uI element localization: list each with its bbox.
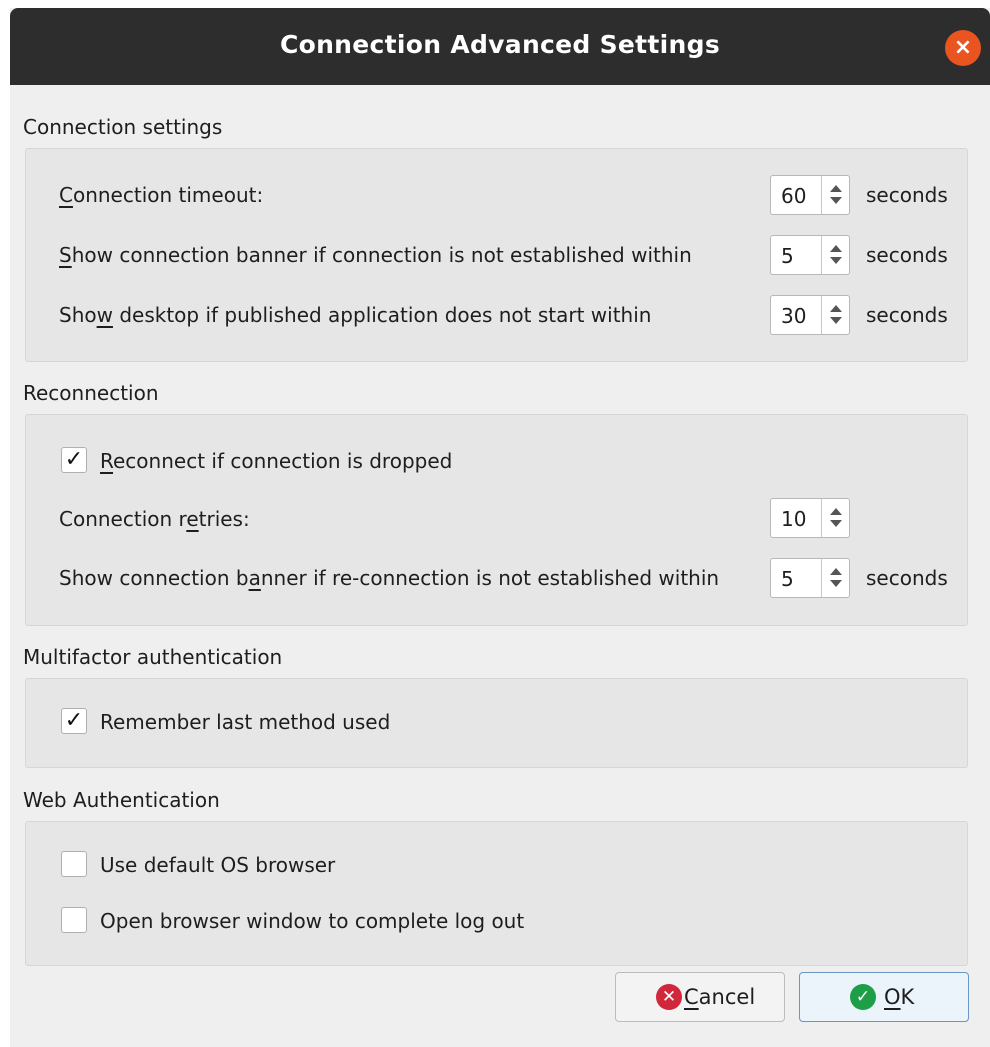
connection-retries-label: Connection retries: [59,507,250,531]
spinner-arrows[interactable] [821,296,849,334]
cancel-button-label: Cancel [684,985,756,1009]
connection-banner-label: Show connection banner if connection is … [59,243,692,267]
arrow-down-icon[interactable] [830,197,842,204]
connection-banner-spinbox[interactable]: 5 [770,235,850,275]
show-desktop-label: Show desktop if published application do… [59,303,652,327]
arrow-up-icon[interactable] [830,245,842,252]
connection-timeout-label-rest: onnection timeout: [72,183,264,207]
title-bar[interactable]: Connection Advanced Settings × [10,8,990,85]
arrow-down-icon[interactable] [830,257,842,264]
reconnection-banner-spinbox[interactable]: 5 [770,558,850,598]
section-title-connection: Connection settings [23,115,223,139]
logout-browser-label[interactable]: Open browser window to complete log out [100,909,524,933]
default-browser-label[interactable]: Use default OS browser [100,853,335,877]
connection-retries-spinbox[interactable]: 10 [770,498,850,538]
spinner-arrows[interactable] [821,236,849,274]
arrow-down-icon[interactable] [830,520,842,527]
reconnection-banner-value[interactable]: 5 [781,567,794,591]
cancel-icon: ✕ [656,984,682,1010]
connection-timeout-spinbox[interactable]: 60 [770,175,850,215]
default-browser-checkbox[interactable] [61,851,87,877]
connection-timeout-value[interactable]: 60 [781,184,806,208]
spinner-arrows[interactable] [821,499,849,537]
ok-button-label: OK [884,985,915,1009]
section-title-mfa: Multifactor authentication [23,645,283,669]
spinner-arrows[interactable] [821,176,849,214]
arrow-up-icon[interactable] [830,185,842,192]
section-title-reconnection: Reconnection [23,381,159,405]
reconnection-banner-unit: seconds [866,566,948,590]
arrow-down-icon[interactable] [830,580,842,587]
web-auth-group [25,821,968,966]
section-title-web-auth: Web Authentication [23,788,220,812]
connection-timeout-unit: seconds [866,183,948,207]
window-title: Connection Advanced Settings [279,30,721,59]
arrow-up-icon[interactable] [830,568,842,575]
show-desktop-unit: seconds [866,303,948,327]
reconnect-checkbox[interactable]: ✓ [61,447,87,473]
reconnection-banner-label: Show connection banner if re-connection … [59,566,720,590]
ok-button[interactable]: ✓ OK [799,972,969,1022]
spinner-arrows[interactable] [821,559,849,597]
arrow-up-icon[interactable] [830,305,842,312]
connection-retries-value[interactable]: 10 [781,507,806,531]
cancel-button[interactable]: ✕ Cancel [615,972,785,1022]
show-desktop-spinbox[interactable]: 30 [770,295,850,335]
arrow-up-icon[interactable] [830,508,842,515]
connection-banner-unit: seconds [866,243,948,267]
close-icon: × [953,35,973,60]
arrow-down-icon[interactable] [830,317,842,324]
remember-method-checkbox[interactable]: ✓ [61,708,87,734]
remember-method-label[interactable]: Remember last method used [100,710,390,734]
close-button[interactable]: × [945,30,981,66]
logout-browser-checkbox[interactable] [61,907,87,933]
ok-icon: ✓ [850,984,876,1010]
show-desktop-value[interactable]: 30 [781,304,806,328]
connection-timeout-label: Connection timeout: [59,183,264,207]
reconnect-label[interactable]: Reconnect if connection is dropped [100,449,452,473]
connection-banner-value[interactable]: 5 [781,244,794,268]
